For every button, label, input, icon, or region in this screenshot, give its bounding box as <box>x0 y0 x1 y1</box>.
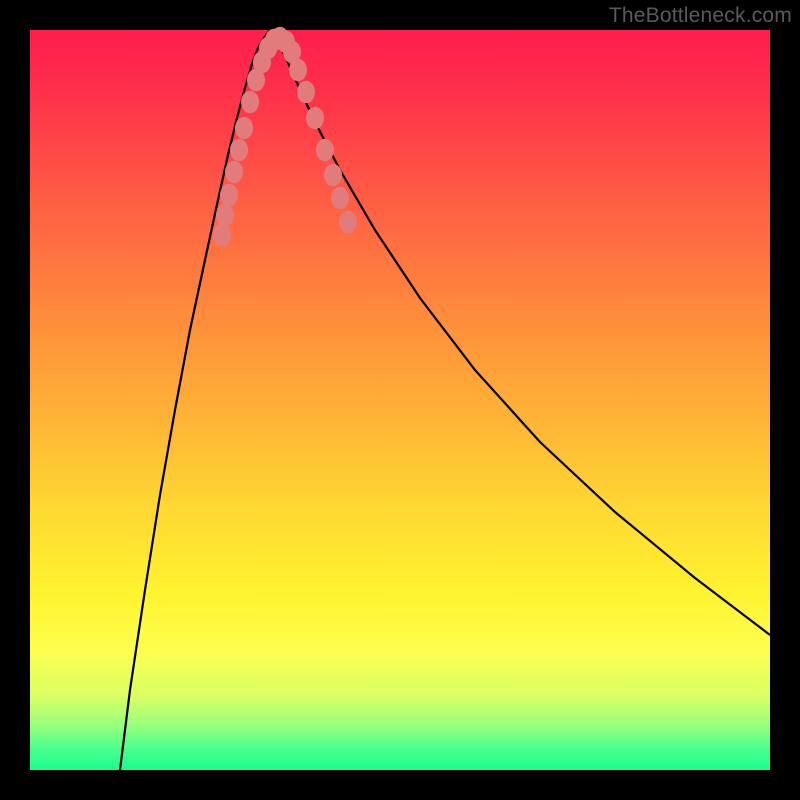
highlight-dot <box>297 81 315 104</box>
highlight-dot <box>225 161 243 184</box>
highlight-dots <box>213 27 357 247</box>
highlight-dot <box>316 139 334 162</box>
curve-left-branch <box>120 30 270 770</box>
highlight-dot <box>339 211 357 234</box>
highlight-dot <box>289 59 307 82</box>
highlight-dot <box>241 91 259 114</box>
highlight-dot <box>216 204 234 227</box>
highlight-dot <box>306 107 324 130</box>
plot-area <box>30 30 770 770</box>
highlight-dot <box>230 139 248 162</box>
highlight-dot <box>235 117 253 140</box>
highlight-dot <box>324 164 342 187</box>
chart-frame: TheBottleneck.com <box>0 0 800 800</box>
highlight-dot <box>213 224 231 247</box>
highlight-dot <box>331 187 349 210</box>
curve-right-branch <box>270 30 770 635</box>
chart-svg <box>30 30 770 770</box>
watermark-text: TheBottleneck.com <box>609 4 792 28</box>
highlight-dot <box>220 184 238 207</box>
